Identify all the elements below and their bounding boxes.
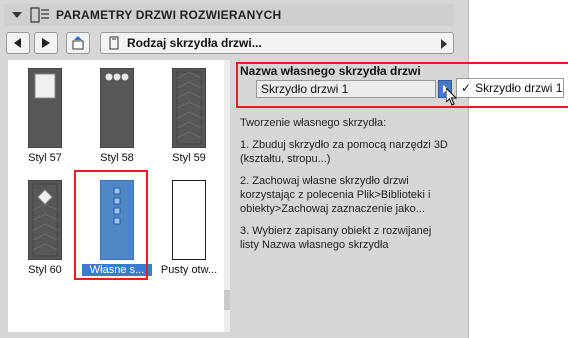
door-leaf-icon <box>109 36 119 50</box>
selected-item-highlight <box>74 170 148 280</box>
gallery-item-styl-60[interactable]: Styl 60 <box>10 172 80 280</box>
panel-toolbar: Rodzaj skrzydła drzwi... <box>6 32 454 56</box>
leaf-name-popup-option[interactable]: ✓ Skrzydło drzwi 1 <box>456 78 564 98</box>
page-up-icon <box>72 36 84 50</box>
collapse-triangle-icon[interactable] <box>12 12 22 18</box>
instructions-text: Tworzenie własnego skrzydła: 1. Zbuduj s… <box>240 116 452 260</box>
gallery-item-label: Styl 59 <box>172 152 206 164</box>
gallery-item-styl-59[interactable]: Styl 59 <box>154 60 224 168</box>
instructions-step-2: 2. Zachowaj własne skrzydło drzwi korzys… <box>240 175 431 215</box>
empty-area <box>468 0 568 338</box>
arrow-left-icon <box>14 38 21 48</box>
gallery-item-label: Pusty otw... <box>160 264 218 276</box>
door-style-57-thumbnail <box>27 67 63 149</box>
checkmark-icon: ✓ <box>461 81 472 95</box>
previous-button[interactable] <box>6 32 30 54</box>
panel-title: PARAMETRY DRZWI ROZWIERANYCH <box>56 8 282 22</box>
page-jump-button[interactable] <box>66 32 90 54</box>
next-button[interactable] <box>34 32 58 54</box>
page-dropdown-label: Rodzaj skrzydła drzwi... <box>127 36 262 50</box>
instructions-intro: Tworzenie własnego skrzydła: <box>240 117 387 129</box>
mouse-cursor-icon <box>446 88 458 106</box>
instructions-step-3: 3. Wybierz zapisany obiekt z rozwijanej … <box>240 225 432 251</box>
panel-header[interactable]: PARAMETRY DRZWI ROZWIERANYCH <box>4 4 454 26</box>
empty-opening-thumbnail <box>172 180 206 260</box>
gallery-item-styl-58[interactable]: Styl 58 <box>82 60 152 168</box>
gallery-item-label: Styl 57 <box>28 152 62 164</box>
gallery-item-styl-57[interactable]: Styl 57 <box>10 60 80 168</box>
door-style-59-thumbnail <box>171 67 207 149</box>
arrow-right-icon <box>42 38 50 48</box>
gallery-item-label: Styl 58 <box>100 152 134 164</box>
door-style-58-thumbnail <box>99 67 135 149</box>
instructions-step-1: 1. Zbuduj skrzydło za pomocą narzędzi 3D… <box>240 139 448 165</box>
dropdown-arrow-icon <box>441 39 447 49</box>
door-style-60-thumbnail <box>27 179 63 261</box>
gallery-item-label: Styl 60 <box>28 264 62 276</box>
door-settings-panel: PARAMETRY DRZWI ROZWIERANYCH Rodzaj skrz… <box>0 0 468 338</box>
page-dropdown[interactable]: Rodzaj skrzydła drzwi... <box>100 32 454 54</box>
door-parameters-icon <box>30 7 50 23</box>
gallery-item-empty-opening[interactable]: Pusty otw... <box>154 172 224 280</box>
popup-option-label: Skrzydło drzwi 1 <box>475 81 563 95</box>
